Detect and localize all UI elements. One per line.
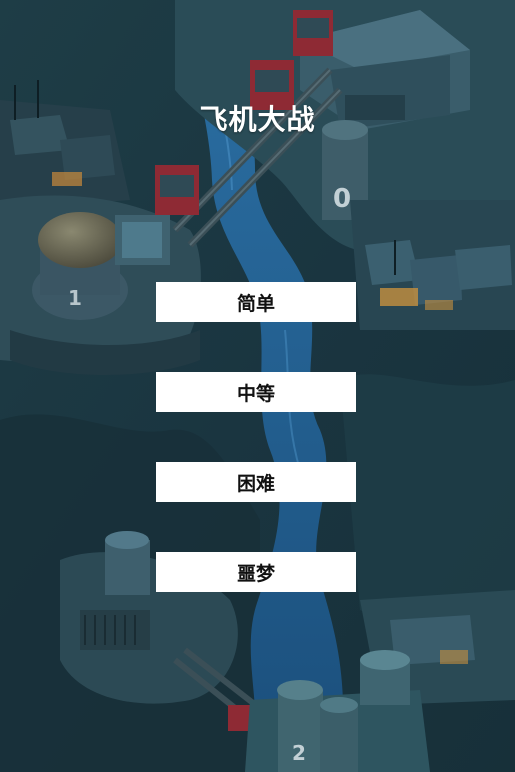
difficulty-nightmare-button[interactable]: 噩梦 [156,552,356,592]
svg-text:2: 2 [292,741,306,765]
svg-text:1: 1 [68,286,82,310]
difficulty-hard-button[interactable]: 困难 [156,462,356,502]
difficulty-medium-button[interactable]: 中等 [156,372,356,412]
svg-text:0: 0 [333,184,351,214]
game-screen: 1 0 2 飞机大战 简单 中等 困难 噩梦 [0,0,515,772]
difficulty-easy-button[interactable]: 简单 [156,282,356,322]
game-title: 飞机大战 [199,103,316,136]
